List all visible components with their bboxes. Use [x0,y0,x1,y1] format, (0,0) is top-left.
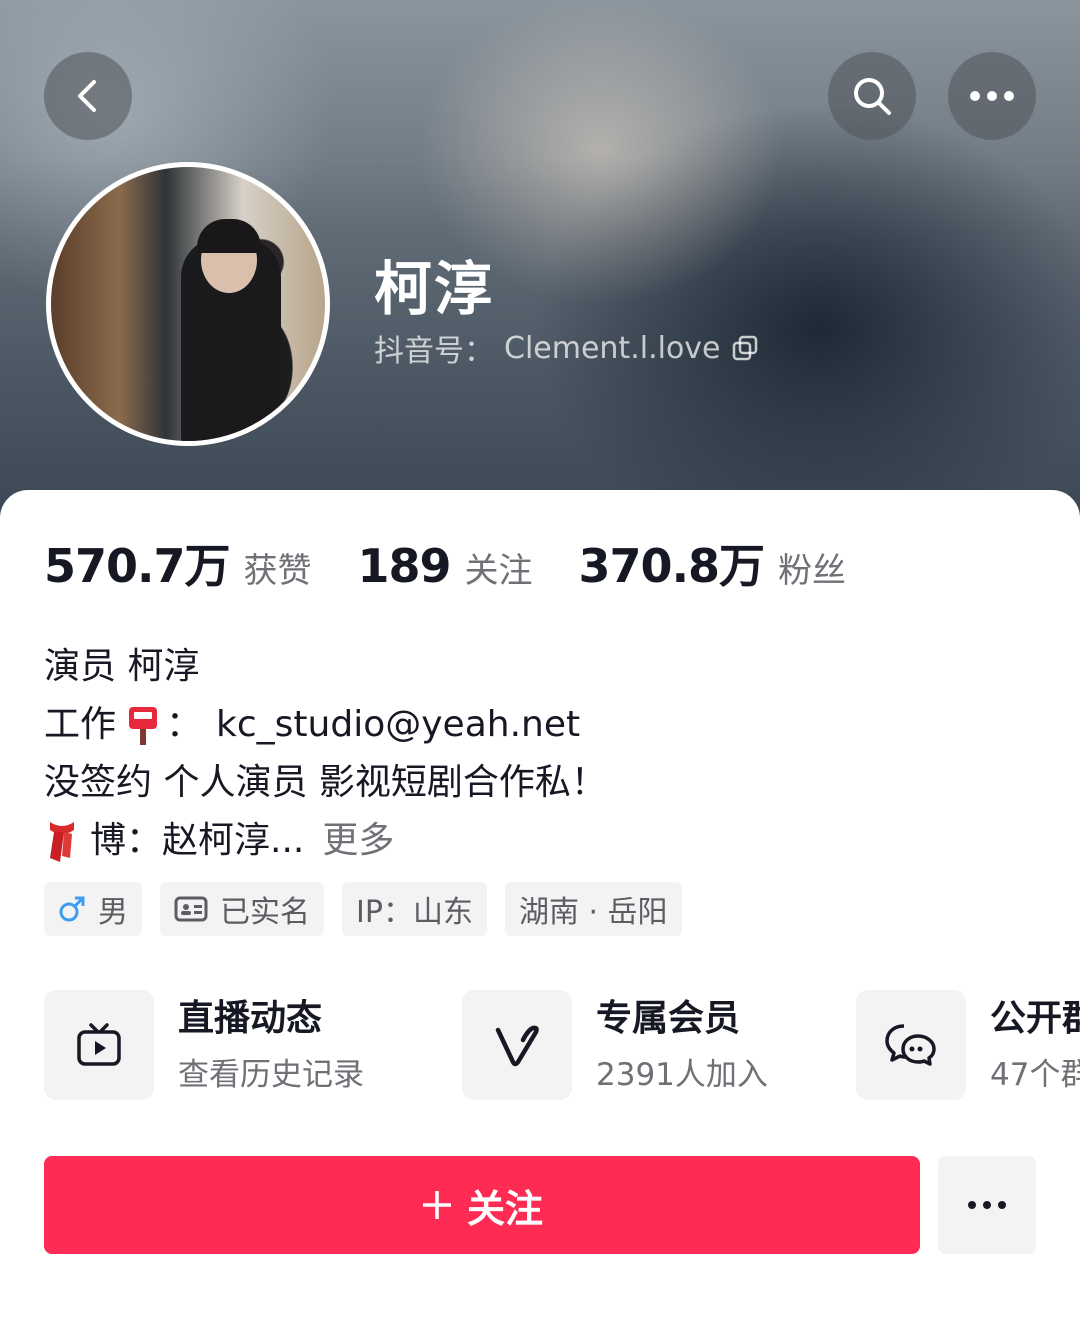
bio-email: kc_studio@yeah.net [216,704,581,745]
stat-value: 189 [357,539,452,593]
feature-live-history[interactable]: 直播动态 查看历史记录 [44,990,364,1100]
profile-card: 570.7万 获赞 189 关注 370.8万 粉丝 演员 柯淳 工作 ： kc… [0,490,1080,1320]
feature-title: 公开群 [990,998,1080,1039]
stat-value: 570.7万 [44,539,231,593]
profile-name: 柯淳 [374,255,495,323]
bio-line: 没签约 个人演员 影视短剧合作私！ [44,762,607,803]
bio-work-label: 工作 [44,704,117,745]
stat-label: 关注 [464,551,533,591]
avatar-hair [197,219,261,253]
bio-line-weibo: 博：赵柯淳... 更多 [44,812,607,870]
bio: 演员 柯淳 工作 ： kc_studio@yeah.net 没签约 个人演员 影… [44,638,607,870]
feature-membership[interactable]: 专属会员 2391人加入 [462,990,768,1100]
more-actions-button[interactable] [938,1156,1036,1254]
follow-label: 关注 [466,1186,543,1231]
feature-title: 专属会员 [596,998,741,1039]
bio-work-sep: ： [166,704,203,745]
feature-subtitle: 47个群 [990,1057,1080,1093]
tv-play-icon [77,1023,121,1066]
tag-label: 男 [98,895,128,930]
male-icon [59,896,85,922]
tag-location: 湖南 · 岳阳 [504,882,682,936]
features-row: 直播动态 查看历史记录 专属会员 2391人加入 公开 47个群 [44,990,1080,1104]
plus-icon [422,1191,451,1219]
stat-likes[interactable]: 570.7万 获赞 [44,530,312,596]
back-button[interactable] [44,52,132,140]
avatar[interactable] [46,162,330,446]
bio-line: 演员 柯淳 [44,646,200,687]
chevron-left-icon [78,80,96,112]
stat-following[interactable]: 189 关注 [358,539,533,593]
stats-row: 570.7万 获赞 189 关注 370.8万 粉丝 [44,530,892,596]
tag-verified: 已实名 [160,882,324,936]
tag-label: 已实名 [220,895,310,930]
feature-icon-box [462,990,572,1100]
search-icon [854,78,891,115]
copy-icon[interactable] [731,334,759,362]
search-button[interactable] [828,52,916,140]
v-badge-icon [495,1025,539,1067]
handle-prefix: 抖音号： [374,334,494,369]
feature-subtitle: 2391人加入 [596,1057,768,1093]
feature-subtitle: 查看历史记录 [178,1057,364,1093]
follow-button[interactable]: 关注 [44,1156,920,1254]
scarf-icon [44,818,80,864]
tag-label: 湖南 · 岳阳 [518,895,668,930]
stat-value: 370.8万 [578,539,766,593]
tag-gender: 男 [44,882,142,936]
feature-public-groups[interactable]: 公开群 47个群 [856,990,1080,1100]
feature-icon-box [44,990,154,1100]
ellipsis-icon [968,1201,1006,1209]
chat-bubbles-icon [885,1024,936,1066]
more-options-button[interactable] [948,52,1036,140]
ellipsis-icon [970,91,1014,101]
handle-id: Clement.l.love [504,330,721,366]
bio-weibo-text: 博：赵柯淳... [90,820,305,861]
tags-row: 男 已实名 IP：山东 湖南 · 岳阳 [44,882,682,936]
stat-followers[interactable]: 370.8万 粉丝 [579,530,847,596]
stat-label: 粉丝 [778,551,847,591]
id-card-icon [174,896,208,922]
stat-label: 获赞 [243,551,312,591]
feature-title: 直播动态 [178,998,323,1039]
feature-icon-box [856,990,966,1100]
bio-more-link[interactable]: 更多 [322,812,394,870]
profile-cover: 柯淳 抖音号： Clement.l.love [0,0,1080,520]
bio-line-work: 工作 ： kc_studio@yeah.net [44,696,607,754]
handle-row: 抖音号： Clement.l.love [374,326,759,370]
tag-label: IP：山东 [356,895,473,930]
tag-ip: IP：山东 [342,882,487,936]
mailbox-icon [126,705,160,745]
